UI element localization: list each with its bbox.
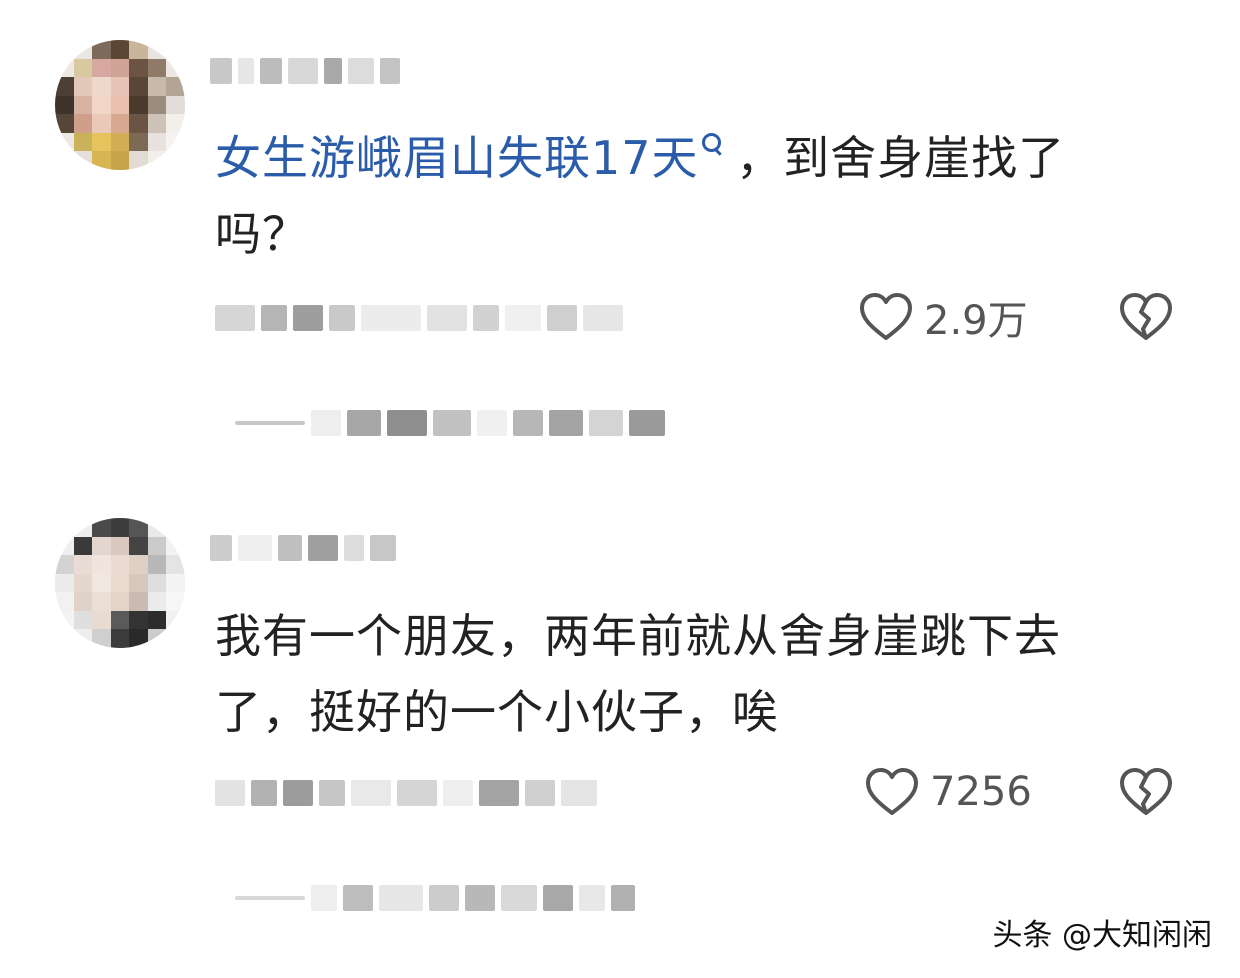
avatar-mosaic xyxy=(55,518,185,648)
meta-redacted xyxy=(215,780,597,806)
like-count: 7256 xyxy=(930,769,1032,815)
comment-text-line2: 吗？ xyxy=(215,207,309,261)
heart-outline-icon xyxy=(866,768,918,815)
like-button[interactable]: 2.9万 xyxy=(858,288,1028,346)
search-link-text[interactable]: 女生游峨眉山失联17天 xyxy=(215,131,699,185)
heart-outline-icon xyxy=(860,293,912,340)
like-count: 2.9万 xyxy=(924,298,1028,344)
comment-text-line1: ，到舍身崖找了 xyxy=(736,131,1066,185)
username-redacted[interactable] xyxy=(210,58,400,84)
replies-toggle-redacted[interactable] xyxy=(235,885,635,911)
search-icon[interactable] xyxy=(699,130,721,160)
meta-redacted xyxy=(215,305,623,331)
avatar[interactable] xyxy=(55,40,185,170)
watermark: 头条 @大知闲闲 xyxy=(992,918,1212,953)
username-redacted[interactable] xyxy=(210,535,396,561)
comment-text: 我有一个朋友，两年前就从舍身崖跳下去 了，挺好的一个小伙子，唉 xyxy=(215,598,1175,750)
search-link[interactable]: 女生游峨眉山失联17天 xyxy=(215,131,736,185)
avatar-mosaic xyxy=(55,40,185,170)
broken-heart-icon[interactable] xyxy=(1118,766,1174,818)
avatar[interactable] xyxy=(55,518,185,648)
comment-text-line1: 我有一个朋友，两年前就从舍身崖跳下去 xyxy=(215,609,1061,663)
broken-heart-icon[interactable] xyxy=(1118,291,1174,343)
like-button[interactable]: 7256 xyxy=(864,766,1032,818)
replies-toggle-redacted[interactable] xyxy=(235,410,665,436)
comment-text: 女生游峨眉山失联17天 ，到舍身崖找了 吗？ xyxy=(215,120,1175,272)
comment-text-line2: 了，挺好的一个小伙子，唉 xyxy=(215,685,779,739)
